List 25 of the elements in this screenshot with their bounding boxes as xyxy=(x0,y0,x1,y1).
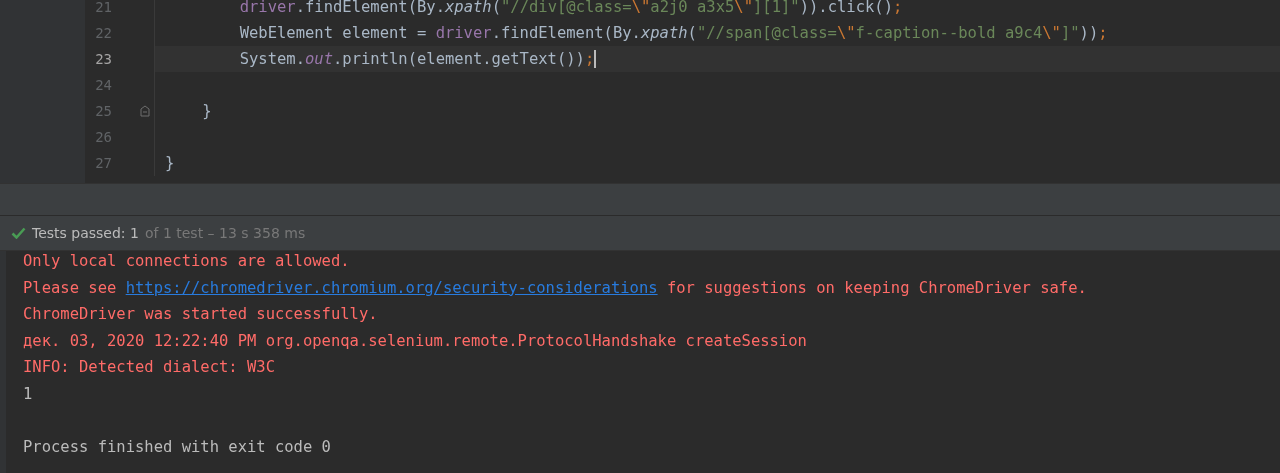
code-line: driver.findElement(By.xpath("//div[@class=\"a2j0 a3x5\"][1]")).click(); xyxy=(238,0,903,16)
code-line: System.out.println(element.getText()); xyxy=(238,50,595,68)
line-number: 21 xyxy=(94,0,112,15)
fold-icon[interactable] xyxy=(140,105,150,117)
console-line: INFO: Detected dialect: W3C xyxy=(23,358,275,377)
code-line: } xyxy=(201,102,212,120)
console-line: Please see https://chromedriver.chromium.org/security-considerations for suggestions on keeping ChromeDriver safe. xyxy=(23,278,1087,297)
test-status-label: Tests passed: 1 xyxy=(32,225,139,241)
code-line: WebElement element = driver.findElement(By.xpath("//span[@class=\"f-caption--bold a9c4\"]")); xyxy=(238,24,1108,42)
console-line: дек. 03, 2020 12:22:40 PM org.openqa.selenium.remote.ProtocolHandshake createSession xyxy=(23,331,807,350)
code-line: } xyxy=(165,154,175,172)
line-number: 23 xyxy=(94,51,112,67)
link[interactable]: https://chromedriver.chromium.org/security-considerations xyxy=(125,278,658,297)
line-number: 22 xyxy=(94,25,112,41)
line-number: 26 xyxy=(94,129,112,145)
console-line: Process finished with exit code 0 xyxy=(23,437,331,456)
console-line: ChromeDriver was started successfully. xyxy=(23,305,378,324)
line-number: 24 xyxy=(94,77,112,93)
text-cursor xyxy=(594,50,597,68)
checkmark-icon xyxy=(11,227,26,239)
line-number: 25 xyxy=(94,103,112,119)
test-status-detail: of 1 test – 13 s 358 ms xyxy=(144,225,306,241)
console-line: 1 xyxy=(23,384,33,403)
console-line: Only local connections are allowed. xyxy=(23,252,350,271)
line-number: 27 xyxy=(94,155,112,171)
